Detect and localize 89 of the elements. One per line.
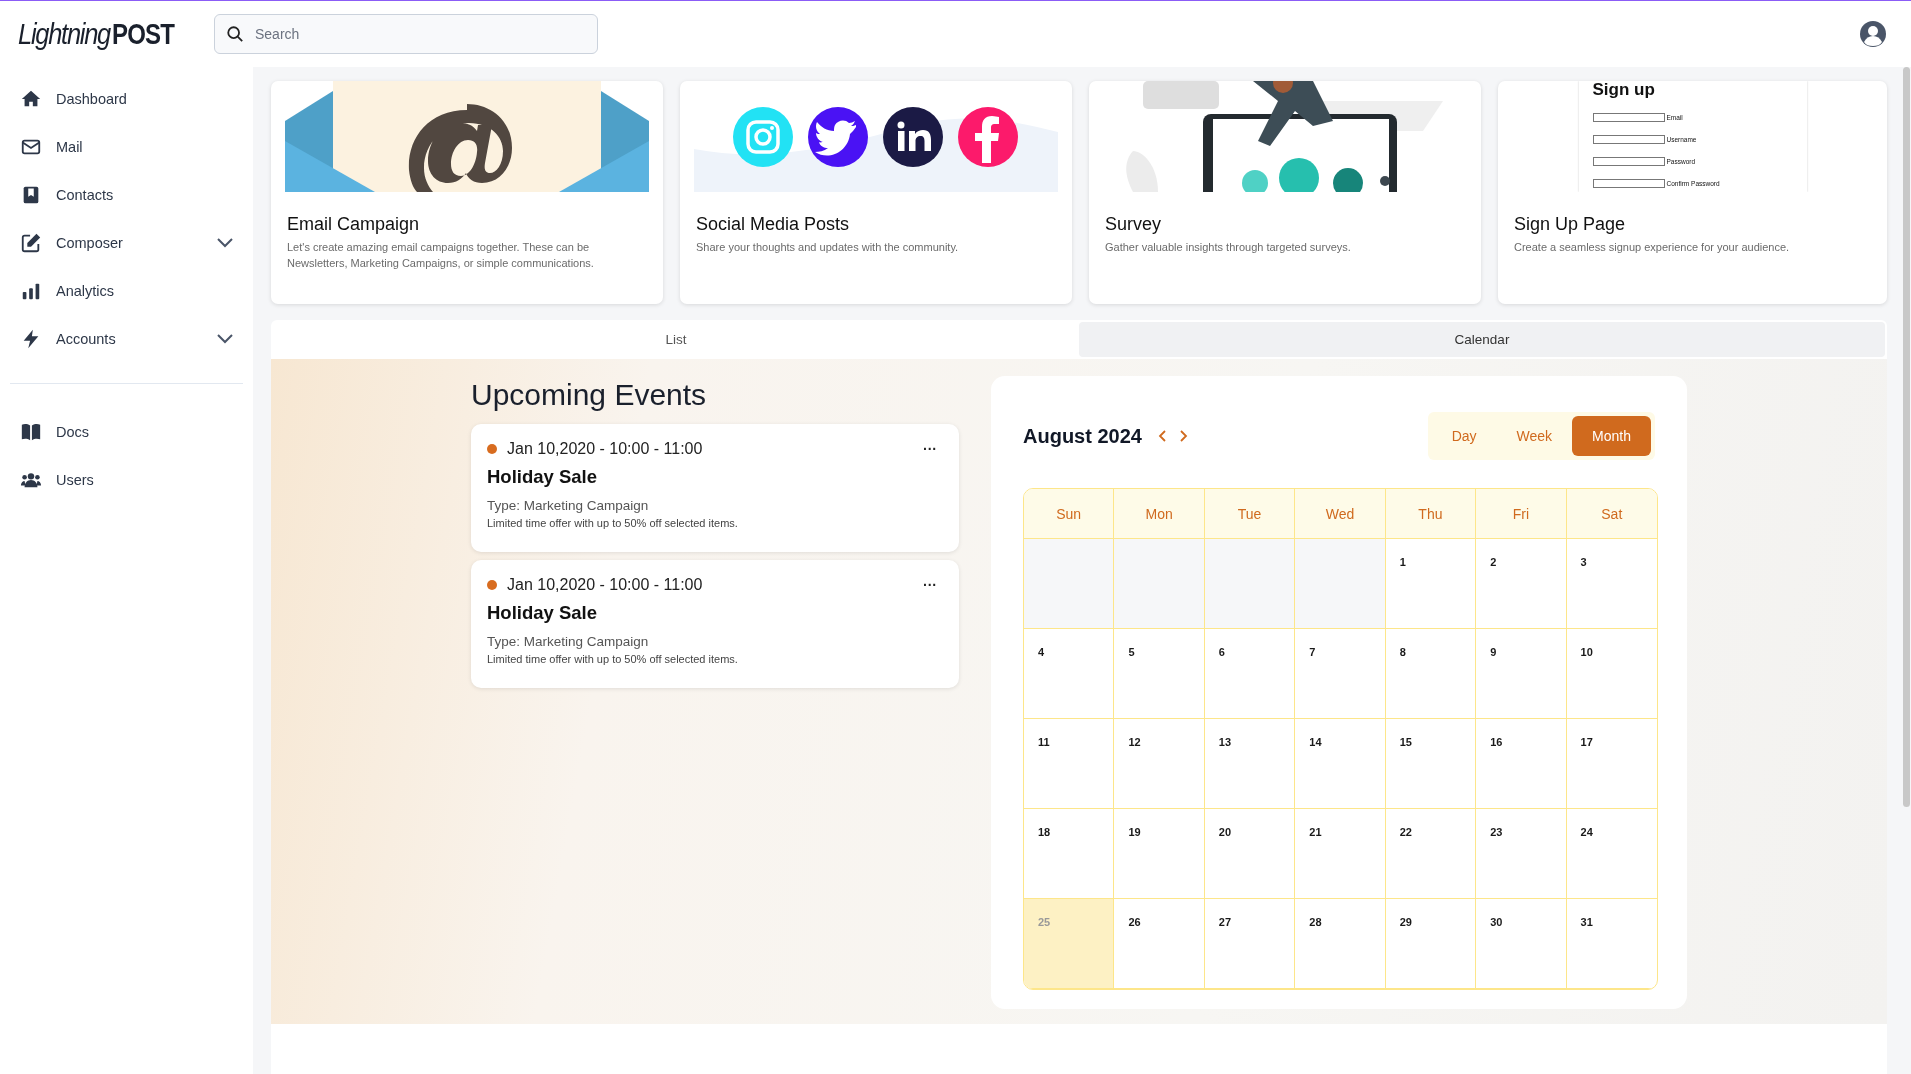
search-icon [226, 25, 244, 43]
sidebar-item[interactable]: Accounts [10, 315, 243, 363]
day-cell[interactable]: 2 [1476, 539, 1567, 629]
card-description: Gather valuable insights through targeted surveys. [1105, 240, 1352, 255]
linkedin-icon[interactable] [883, 107, 943, 167]
card-title: Sign Up Page [1514, 214, 1627, 235]
event-description: Limited time offer with up to 50% off selected items. [487, 653, 739, 665]
card-title: Email Campaign [287, 214, 421, 235]
event-type: Type: Marketing Campaign [487, 634, 650, 649]
event-date: Jan 10,2020 - 10:00 - 11:00 [507, 440, 703, 458]
event-type: Type: Marketing Campaign [487, 498, 650, 513]
scrollbar[interactable] [1903, 67, 1910, 807]
day-cell[interactable]: 13 [1204, 719, 1296, 809]
day-cell[interactable]: 22 [1385, 809, 1477, 899]
sidebar-item[interactable]: Users [10, 456, 243, 504]
view-tab[interactable]: Calendar [1079, 322, 1885, 357]
sidebar-item[interactable]: Docs [10, 408, 243, 456]
weekday-header: Sun [1024, 489, 1115, 539]
day-cell[interactable]: 3 [1566, 539, 1657, 629]
event-date: Jan 10,2020 - 10:00 - 11:00 [507, 576, 703, 594]
logo[interactable]: LightningPOST [18, 17, 186, 51]
day-cell[interactable]: 20 [1204, 809, 1296, 899]
facebook-icon[interactable] [958, 107, 1018, 167]
weekday-header: Wed [1295, 489, 1386, 539]
search-field[interactable]: Search [214, 14, 598, 54]
weekday-header: Sat [1566, 489, 1657, 539]
day-cell[interactable]: 1 [1385, 539, 1477, 629]
day-cell[interactable]: 8 [1385, 629, 1477, 719]
event-description: Limited time offer with up to 50% off selected items. [487, 517, 739, 529]
event-title: Holiday Sale [487, 602, 598, 624]
day-cell[interactable]: 31 [1566, 899, 1657, 989]
card-description: Create a seamless signup experience for your audience. [1514, 240, 1791, 255]
day-cell[interactable]: 6 [1204, 629, 1296, 719]
chevron-right-icon [1179, 430, 1188, 442]
weekday-header: Thu [1385, 489, 1477, 539]
day-cell[interactable]: 11 [1024, 719, 1115, 809]
day-cell[interactable]: 19 [1114, 809, 1205, 899]
weekday-header: Fri [1476, 489, 1567, 539]
day-cell[interactable]: 5 [1114, 629, 1205, 719]
card-description: Let's create amazing email campaigns together. These can be Newsletters, Marketing Campaigns, or simple communications. [287, 240, 595, 271]
day-cell[interactable]: 4 [1024, 629, 1115, 719]
weekday-header: Tue [1204, 489, 1296, 539]
section-title: Upcoming Events [471, 378, 708, 412]
sidebar-item[interactable]: Mail [10, 123, 243, 171]
view-option[interactable]: Day [1431, 416, 1497, 456]
card-title: Social Media Posts [696, 214, 851, 235]
card-description: Share your thoughts and updates with the community. [696, 240, 960, 255]
weekday-header: Mon [1114, 489, 1205, 539]
sidebar-item[interactable]: Composer [10, 219, 243, 267]
day-cell[interactable]: 29 [1385, 899, 1477, 989]
day-cell[interactable]: 28 [1295, 899, 1386, 989]
day-cell[interactable]: 15 [1385, 719, 1477, 809]
day-cell[interactable]: 23 [1476, 809, 1567, 899]
twitter-icon[interactable] [808, 107, 868, 167]
edit-icon [20, 232, 42, 254]
month-title: August 2024 [1023, 424, 1142, 448]
more-button[interactable]: ··· [917, 577, 943, 593]
day-cell[interactable]: 24 [1566, 809, 1657, 899]
sidebar-item[interactable]: Dashboard [10, 75, 243, 123]
user-avatar-icon[interactable] [1859, 20, 1887, 48]
sidebar-item[interactable]: Analytics [10, 267, 243, 315]
day-cell[interactable]: 27 [1204, 899, 1296, 989]
template-card[interactable]: Survey Gather valuable insights through targeted surveys. [1089, 81, 1481, 304]
day-cell[interactable]: 12 [1114, 719, 1205, 809]
day-cell[interactable]: 9 [1476, 629, 1567, 719]
day-cell[interactable]: 16 [1476, 719, 1567, 809]
view-option[interactable]: Week [1496, 416, 1573, 456]
preview-heading: Sign up [1592, 81, 1656, 100]
event-title: Holiday Sale [487, 466, 598, 488]
card-title: Survey [1105, 214, 1163, 235]
more-button[interactable]: ··· [917, 441, 943, 457]
day-cell[interactable]: 21 [1295, 809, 1386, 899]
day-cell[interactable]: 30 [1476, 899, 1567, 989]
chevron-left-icon [1157, 430, 1166, 442]
day-cell[interactable]: 7 [1295, 629, 1386, 719]
view-option[interactable]: Month [1572, 416, 1651, 456]
event-card[interactable]: Jan 10,2020 - 10:00 - 11:00 ··· Holiday Sale Type: Marketing Campaign Limited time offer with up to 50% off selected items. [471, 560, 959, 688]
day-cell[interactable]: 14 [1295, 719, 1386, 809]
day-cell[interactable]: 17 [1566, 719, 1657, 809]
template-card[interactable]: Email Campaign Let's create amazing email campaigns together. These can be Newsletters, Marketing Campaigns, or simple communications. [271, 81, 663, 304]
template-card[interactable]: Social Media Posts Share your thoughts and updates with the community. [680, 81, 1072, 304]
day-cell[interactable]: 26 [1114, 899, 1205, 989]
book-icon [20, 421, 42, 443]
event-card[interactable]: Jan 10,2020 - 10:00 - 11:00 ··· Holiday Sale Type: Marketing Campaign Limited time offer with up to 50% off selected items. [471, 424, 959, 552]
chevron-down-icon [217, 334, 233, 344]
sidebar-item[interactable]: Contacts [10, 171, 243, 219]
view-tab[interactable]: List [273, 322, 1079, 357]
chevron-down-icon [217, 238, 233, 248]
day-cell[interactable]: 10 [1566, 629, 1657, 719]
